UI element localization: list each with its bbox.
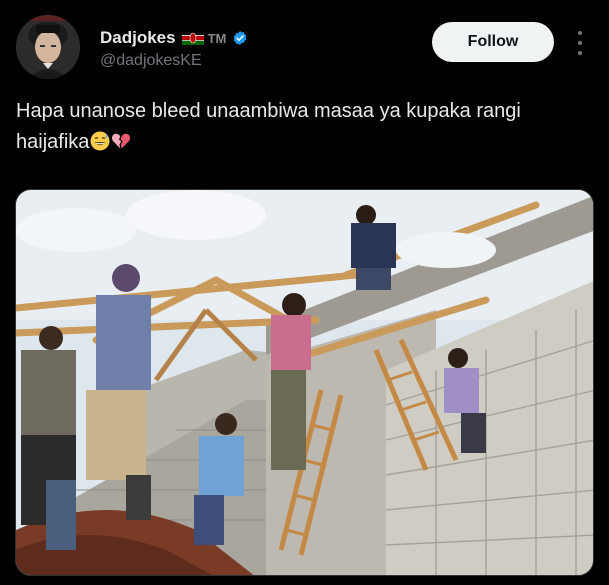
more-options-icon[interactable] — [570, 28, 590, 58]
avatar[interactable] — [16, 15, 80, 79]
display-name[interactable]: Dadjokes — [100, 28, 176, 48]
kenya-flag-icon — [181, 31, 204, 45]
tweet-image[interactable] — [15, 189, 594, 576]
user-handle[interactable]: @dadjokesKE — [100, 52, 202, 70]
broken-heart-emoji-icon — [112, 133, 131, 149]
name-row: Dadjokes TM — [100, 28, 248, 48]
trademark-label: TM — [207, 30, 227, 46]
verified-badge-icon — [233, 31, 247, 45]
grinning-sweat-face-emoji-icon — [90, 131, 110, 151]
tweet-text-block: Hapa unanose bleed unaambiwa masaa ya ku… — [16, 96, 576, 158]
follow-button[interactable]: Follow — [432, 22, 554, 62]
tweet-header: Dadjokes TM @dadjokesKE Follow — [0, 0, 609, 90]
